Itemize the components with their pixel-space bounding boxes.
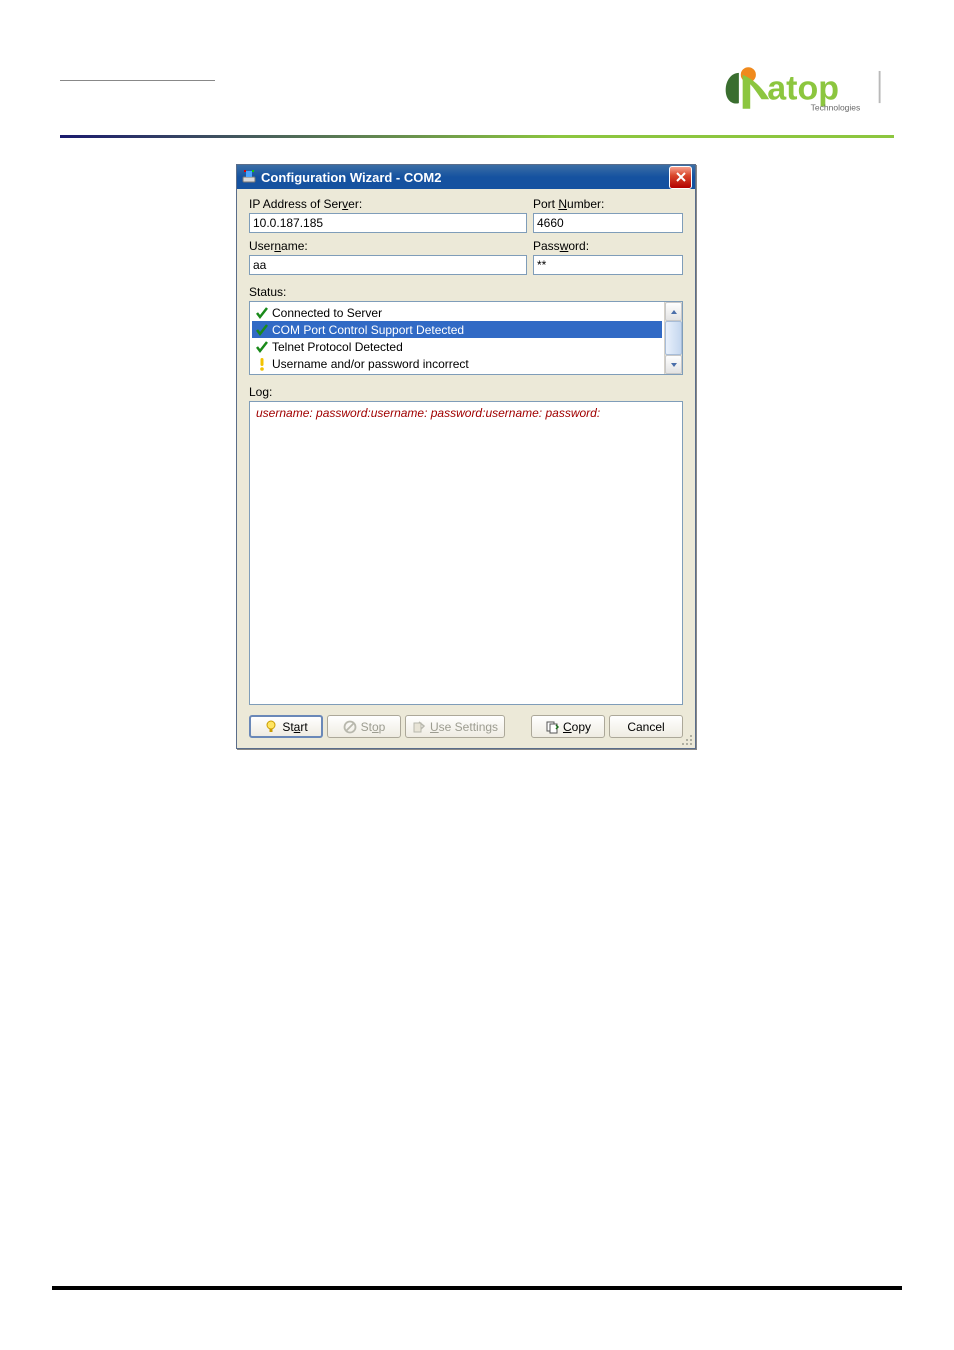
scroll-up-icon[interactable] — [665, 302, 682, 321]
dialog-title: Configuration Wizard - COM2 — [261, 170, 669, 185]
header-rule — [60, 135, 894, 138]
status-listbox[interactable]: Connected to Server COM Port Control Sup… — [249, 301, 683, 375]
scroll-thumb[interactable] — [665, 321, 682, 355]
password-label: Password: — [533, 239, 683, 253]
use-settings-button[interactable]: Use Settings — [405, 715, 505, 738]
apply-icon — [412, 720, 426, 734]
button-row: Start Stop Use Settings Copy Cancel — [249, 715, 683, 738]
lightbulb-icon — [264, 720, 278, 734]
brand-logo: atop Technologies — [720, 60, 890, 115]
log-content: username: password:username: password:us… — [256, 406, 600, 420]
header-underline — [60, 80, 215, 81]
log-label: Log: — [249, 385, 683, 399]
resize-grip-icon[interactable] — [679, 732, 693, 746]
ip-input[interactable] — [249, 213, 527, 233]
port-input[interactable] — [533, 213, 683, 233]
config-wizard-dialog: Configuration Wizard - COM2 IP Address o… — [236, 164, 696, 749]
username-label: Username: — [249, 239, 527, 253]
check-icon — [254, 322, 270, 338]
stop-icon — [343, 720, 357, 734]
status-item[interactable]: Username and/or password incorrect — [252, 355, 662, 372]
port-label: Port Number: — [533, 197, 683, 211]
copy-icon — [545, 720, 559, 734]
copy-button[interactable]: Copy — [531, 715, 605, 738]
svg-text:atop: atop — [767, 69, 839, 107]
status-item[interactable]: Telnet Protocol Detected — [252, 338, 662, 355]
warning-icon — [254, 356, 270, 372]
stop-button[interactable]: Stop — [327, 715, 401, 738]
log-textarea[interactable]: username: password:username: password:us… — [249, 401, 683, 705]
status-item[interactable]: COM Port Control Support Detected — [252, 321, 662, 338]
start-button[interactable]: Start — [249, 715, 323, 738]
titlebar[interactable]: Configuration Wizard - COM2 — [237, 165, 695, 189]
password-input[interactable] — [533, 255, 683, 275]
status-item[interactable]: Connected to Server — [252, 304, 662, 321]
close-button[interactable] — [669, 166, 692, 189]
check-icon — [254, 339, 270, 355]
dialog-content: IP Address of Server: Port Number: Usern… — [237, 189, 695, 748]
svg-text:Technologies: Technologies — [811, 103, 861, 113]
check-icon — [254, 305, 270, 321]
app-icon — [241, 169, 257, 185]
status-label: Status: — [249, 285, 683, 299]
scroll-down-icon[interactable] — [665, 355, 682, 374]
footer-rule — [52, 1286, 902, 1290]
cancel-button[interactable]: Cancel — [609, 715, 683, 738]
status-scrollbar[interactable] — [664, 302, 682, 374]
username-input[interactable] — [249, 255, 527, 275]
ip-label: IP Address of Server: — [249, 197, 527, 211]
